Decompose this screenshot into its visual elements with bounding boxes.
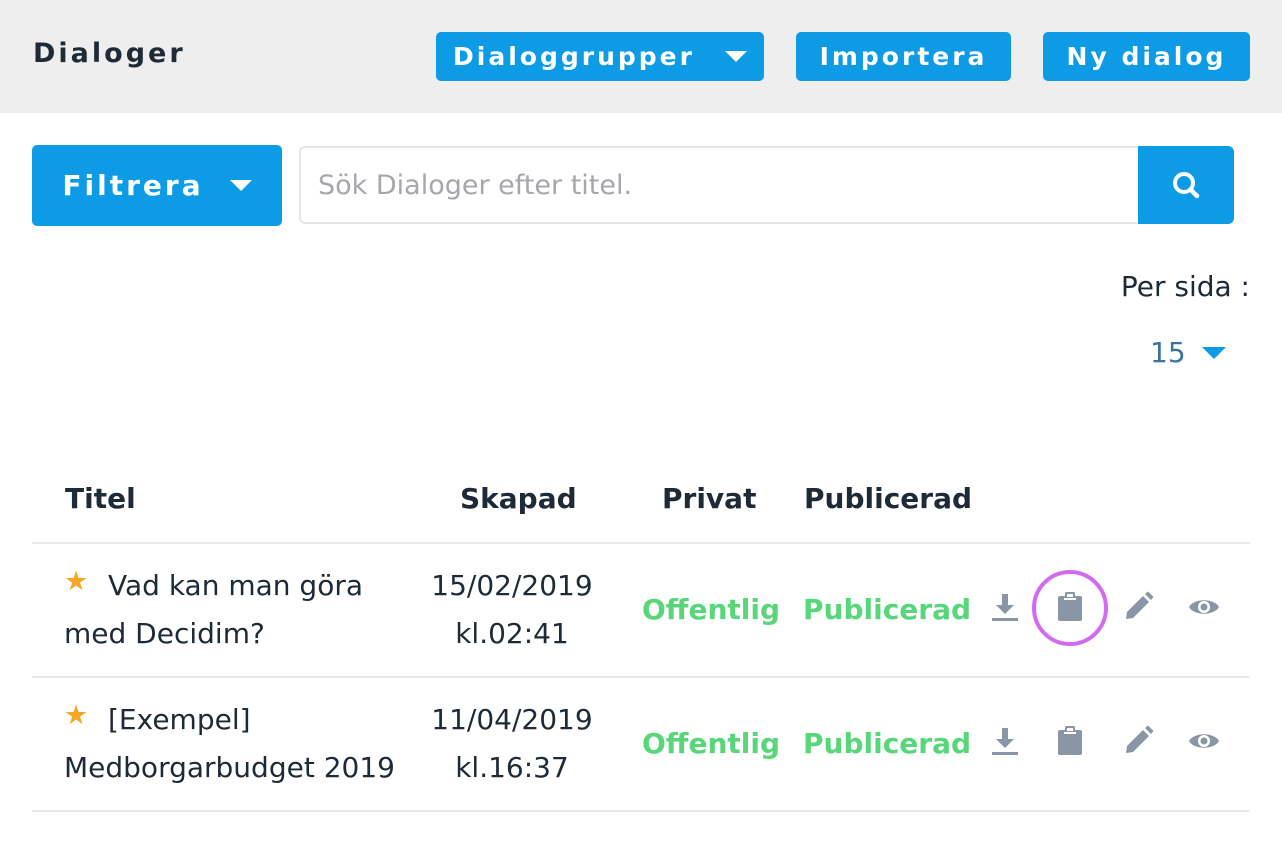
search-icon xyxy=(1173,172,1200,199)
row-private-status: Offentlig xyxy=(642,593,781,626)
top-bar: Dialoger Dialoggrupper Importera Ny dial… xyxy=(0,0,1282,113)
filter-button[interactable]: Filtrera xyxy=(32,145,282,226)
row-title-line1: Vad kan man göra xyxy=(108,569,363,602)
download-icon xyxy=(992,594,1018,621)
row-published-status: Publicerad xyxy=(803,593,972,626)
row-created-date: 11/04/2019 xyxy=(431,703,593,736)
export-button[interactable] xyxy=(988,590,1022,624)
page-title: Dialoger xyxy=(33,38,186,69)
row-created-date: 15/02/2019 xyxy=(431,569,593,602)
row-title-line2: med Decidim? xyxy=(64,617,265,650)
per-page-label: Per sida : xyxy=(1120,270,1250,303)
divider xyxy=(32,810,1250,812)
eye-icon xyxy=(1189,734,1219,748)
row-title-line1: [Exempel] xyxy=(108,703,251,736)
row-created-time: kl.16:37 xyxy=(455,751,569,784)
clipboard-icon xyxy=(1058,592,1082,621)
per-page-value: 15 xyxy=(1150,336,1186,369)
row-private-status: Offentlig xyxy=(642,727,781,760)
star-icon[interactable]: ★ xyxy=(64,700,88,731)
row-created-time: kl.02:41 xyxy=(455,617,569,650)
search-input[interactable] xyxy=(299,146,1139,224)
import-button[interactable]: Importera xyxy=(796,32,1011,81)
new-dialog-label: Ny dialog xyxy=(1066,42,1227,71)
column-header-private: Privat xyxy=(662,482,757,515)
row-published-status: Publicerad xyxy=(803,727,972,760)
row-title-line2: Medborgarbudget 2019 xyxy=(64,751,395,784)
chevron-down-icon xyxy=(724,51,747,62)
column-header-created: Skapad xyxy=(460,482,577,515)
column-header-published: Publicerad xyxy=(804,482,973,515)
table-row: ★ [Exempel] Medborgarbudget 2019 11/04/2… xyxy=(32,678,1250,810)
dialog-groups-label: Dialoggrupper xyxy=(453,42,695,71)
import-label: Importera xyxy=(819,42,988,71)
chevron-down-icon xyxy=(229,180,252,191)
preview-button[interactable] xyxy=(1187,724,1221,758)
per-page-select[interactable]: 15 xyxy=(1150,336,1226,369)
pencil-icon xyxy=(1126,591,1154,619)
edit-button[interactable] xyxy=(1121,724,1155,758)
edit-button[interactable] xyxy=(1121,590,1155,624)
pencil-icon xyxy=(1126,725,1154,753)
copy-button[interactable] xyxy=(1053,590,1087,624)
copy-button[interactable] xyxy=(1053,724,1087,758)
clipboard-icon xyxy=(1058,726,1082,755)
export-button[interactable] xyxy=(988,724,1022,758)
column-header-title: Titel xyxy=(65,482,136,515)
search-button[interactable] xyxy=(1138,146,1234,224)
star-icon[interactable]: ★ xyxy=(64,566,88,597)
preview-button[interactable] xyxy=(1187,590,1221,624)
download-icon xyxy=(992,728,1018,755)
dialog-groups-button[interactable]: Dialoggrupper xyxy=(436,32,764,81)
eye-icon xyxy=(1189,600,1219,614)
table-row: ★ Vad kan man göra med Decidim? 15/02/20… xyxy=(32,544,1250,676)
chevron-down-icon xyxy=(1201,346,1226,359)
filter-label: Filtrera xyxy=(62,169,204,202)
new-dialog-button[interactable]: Ny dialog xyxy=(1043,32,1250,81)
